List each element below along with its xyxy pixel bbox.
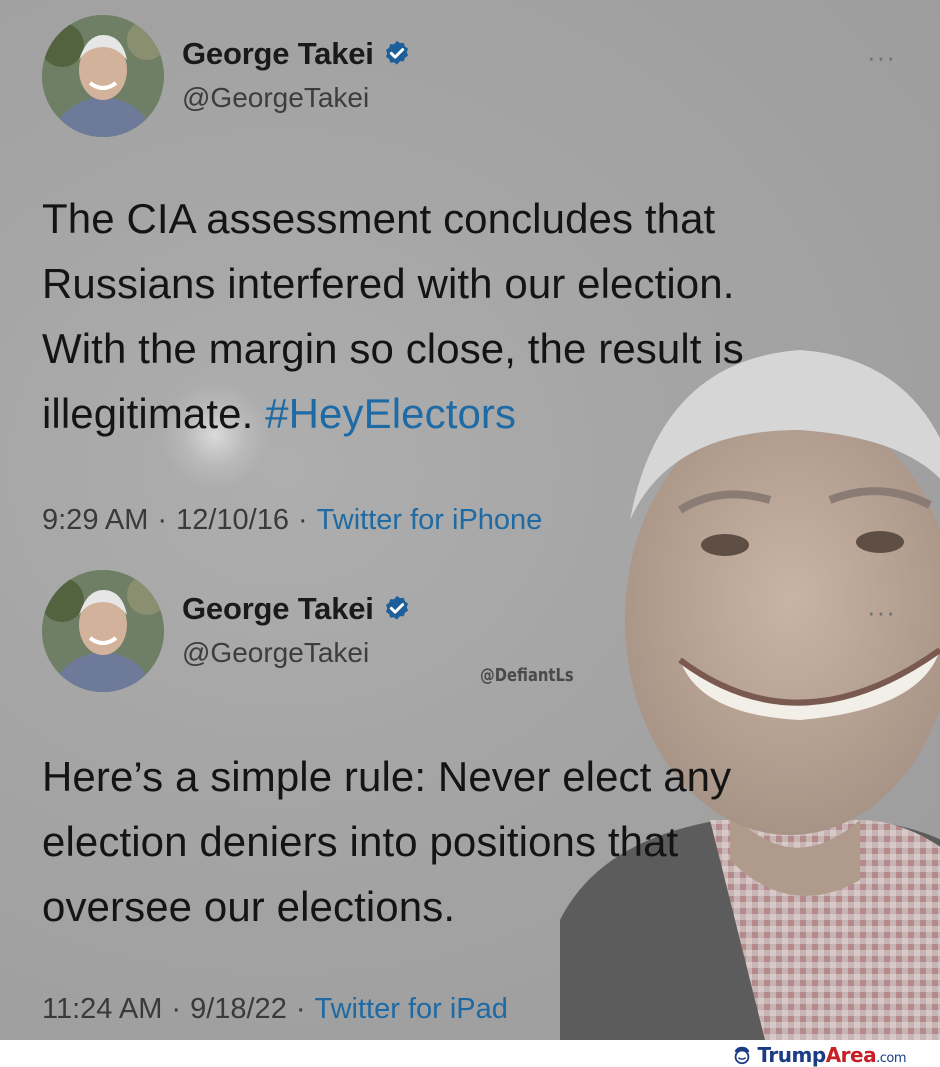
screenshot-stage: George Takei @GeorgeTakei ··· The CIA as…	[0, 0, 940, 1040]
meta-separator: ·	[295, 993, 306, 1025]
tweet-meta: 11:24 AM · 9/18/22 · Twitter for iPad	[42, 993, 508, 1026]
handle[interactable]: @GeorgeTakei	[182, 82, 369, 114]
hashtag-link[interactable]: #HeyElectors	[265, 390, 516, 437]
trumparea-logo-icon	[735, 1046, 750, 1065]
tweet-date[interactable]: 9/18/22	[190, 993, 287, 1026]
avatar-photo-icon	[42, 570, 164, 692]
tweet-time[interactable]: 11:24 AM	[42, 993, 162, 1026]
brand-part1: Trump	[757, 1043, 826, 1067]
tweet-source-link[interactable]: Twitter for iPhone	[317, 504, 543, 537]
verified-badge-icon	[385, 595, 408, 620]
avatar[interactable]	[42, 15, 164, 137]
meta-separator: ·	[297, 504, 308, 536]
watermark-handle: @DefiantLs	[480, 665, 574, 686]
tweet-source-link[interactable]: Twitter for iPad	[315, 993, 508, 1026]
tweet-text: Here’s a simple rule: Never elect any el…	[42, 753, 732, 930]
trumparea-logo[interactable]: TrumpArea.com	[731, 1043, 906, 1067]
avatar[interactable]	[42, 570, 164, 692]
more-options-icon[interactable]: ···	[867, 44, 896, 70]
footer-bar: TrumpArea.com	[0, 1040, 940, 1067]
display-name[interactable]: George Takei	[182, 36, 374, 72]
display-name[interactable]: George Takei	[182, 591, 374, 627]
tweet-date[interactable]: 12/10/16	[176, 504, 289, 537]
meta-separator: ·	[171, 993, 182, 1025]
verified-badge-icon	[385, 40, 408, 65]
avatar-photo-icon	[42, 15, 164, 137]
meta-separator: ·	[157, 504, 168, 536]
brand-name: TrumpArea.com	[757, 1043, 906, 1067]
tweet-time[interactable]: 9:29 AM	[42, 504, 148, 537]
tweet-meta: 9:29 AM · 12/10/16 · Twitter for iPhone	[42, 504, 542, 537]
tweet-text: The CIA assessment concludes that Russia…	[42, 186, 902, 446]
brand-tld: .com	[876, 1051, 906, 1066]
more-options-icon[interactable]: ···	[867, 599, 896, 625]
handle[interactable]: @GeorgeTakei	[182, 637, 369, 669]
brand-part2: Area	[825, 1043, 877, 1067]
